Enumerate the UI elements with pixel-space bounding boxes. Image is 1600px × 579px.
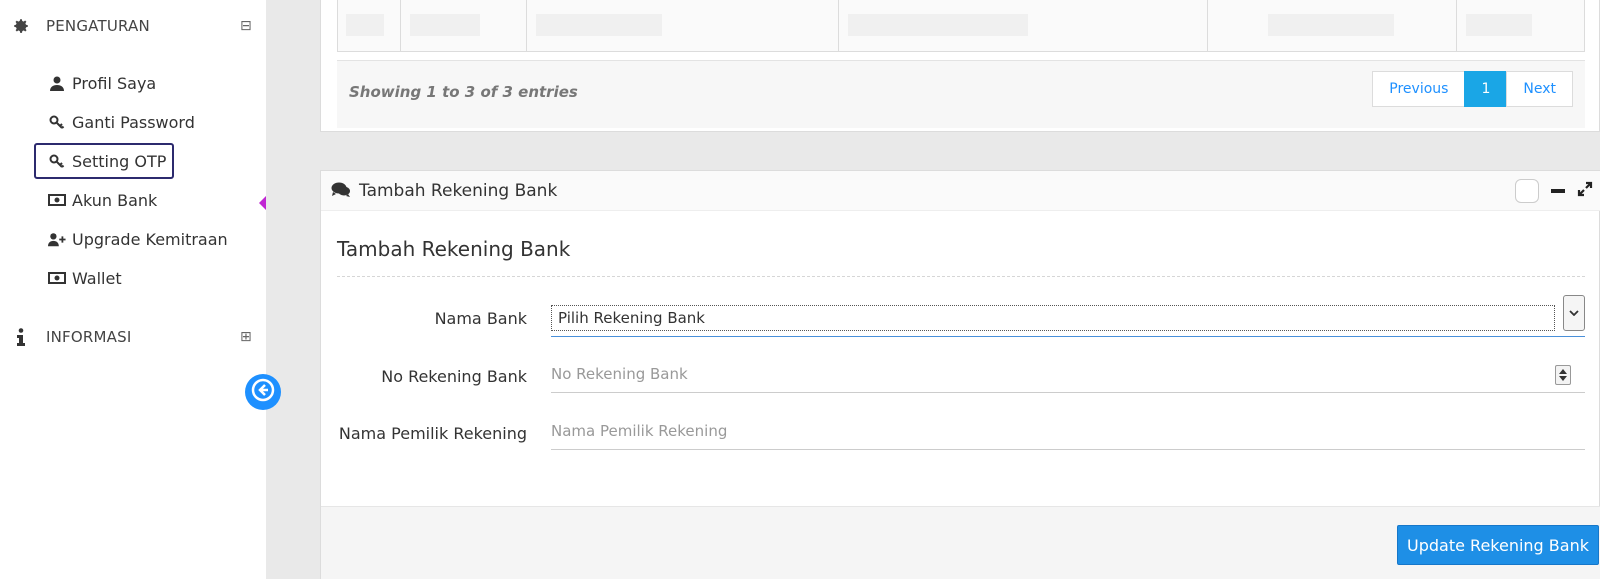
sidebar-item-label: Setting OTP	[72, 151, 167, 171]
chevron-down-icon[interactable]	[1563, 295, 1585, 331]
section-informasi[interactable]: INFORMASI ⊞	[0, 322, 266, 352]
account-number-label: No Rekening Bank	[381, 367, 527, 386]
panel-title: Tambah Rekening Bank	[359, 181, 558, 201]
add-bank-account-panel: Tambah Rekening Bank Tambah Rekening Ban…	[320, 170, 1600, 579]
pagination: Previous 1 Next	[1372, 71, 1573, 107]
info-icon	[11, 327, 31, 347]
panel-header: Tambah Rekening Bank	[321, 171, 1600, 211]
expand-toggle-icon[interactable]: ⊞	[240, 329, 252, 345]
panel-checkbox[interactable]	[1515, 179, 1539, 203]
active-pointer-icon	[259, 196, 266, 210]
sidebar-item-label: Akun Bank	[72, 190, 158, 210]
bank-name-select[interactable]: Pilih Rekening Bank	[551, 295, 1585, 337]
key-icon	[48, 152, 66, 170]
sidebar-item-label: Upgrade Kemitraan	[72, 229, 228, 249]
update-bank-account-button[interactable]: Update Rekening Bank	[1397, 525, 1599, 565]
sidebar: PENGATURAN ⊟ Profil Saya Ganti Password …	[0, 0, 266, 579]
sidebar-item-akun-bank[interactable]: Akun Bank	[34, 182, 157, 218]
sidebar-item-upgrade-kemitraan[interactable]: Upgrade Kemitraan	[34, 221, 228, 257]
gear-icon	[11, 16, 31, 36]
collapse-sidebar-button[interactable]	[245, 374, 281, 410]
expand-icon[interactable]	[1577, 181, 1593, 201]
divider	[337, 276, 1585, 277]
key-icon	[48, 113, 66, 131]
minimize-icon[interactable]	[1551, 189, 1565, 193]
collapse-toggle-icon[interactable]: ⊟	[240, 18, 252, 34]
section-label: PENGATURAN	[46, 17, 150, 35]
sidebar-item-label: Wallet	[72, 268, 122, 288]
user-plus-icon	[48, 230, 66, 248]
owner-name-label: Nama Pemilik Rekening	[338, 424, 527, 443]
sidebar-item-label: Ganti Password	[72, 112, 195, 132]
sidebar-item-profil-saya[interactable]: Profil Saya	[34, 65, 156, 101]
account-number-input[interactable]	[551, 357, 1531, 391]
sidebar-item-setting-otp[interactable]: Setting OTP	[34, 143, 174, 179]
owner-name-field	[551, 414, 1585, 450]
pagination-previous[interactable]: Previous	[1372, 71, 1466, 107]
section-label: INFORMASI	[46, 328, 132, 346]
form-footer: Update Rekening Bank	[321, 506, 1600, 579]
table-footer: Showing 1 to 3 of 3 entries Previous 1 N…	[337, 60, 1585, 128]
arrow-left-icon	[250, 377, 276, 407]
pagination-page-1[interactable]: 1	[1464, 71, 1508, 107]
table-row	[337, 0, 1585, 52]
bank-name-label: Nama Bank	[434, 309, 527, 328]
bank-name-value[interactable]: Pilih Rekening Bank	[551, 305, 1555, 331]
section-pengaturan[interactable]: PENGATURAN ⊟	[0, 11, 266, 41]
user-icon	[48, 74, 66, 92]
money-icon	[48, 269, 66, 287]
sidebar-item-wallet[interactable]: Wallet	[34, 260, 122, 296]
sidebar-item-label: Profil Saya	[72, 73, 157, 93]
owner-name-input[interactable]	[551, 414, 1531, 448]
money-icon	[48, 191, 66, 209]
number-spinner-icon[interactable]	[1555, 365, 1571, 385]
entries-info: Showing 1 to 3 of 3 entries	[349, 83, 578, 101]
sidebar-item-ganti-password[interactable]: Ganti Password	[34, 104, 195, 140]
comments-icon	[331, 182, 351, 202]
pagination-next[interactable]: Next	[1506, 71, 1573, 107]
account-number-field	[551, 357, 1585, 393]
form-title: Tambah Rekening Bank	[337, 237, 571, 261]
panel-tools	[1515, 179, 1593, 203]
entries-panel: Showing 1 to 3 of 3 entries Previous 1 N…	[320, 0, 1600, 132]
